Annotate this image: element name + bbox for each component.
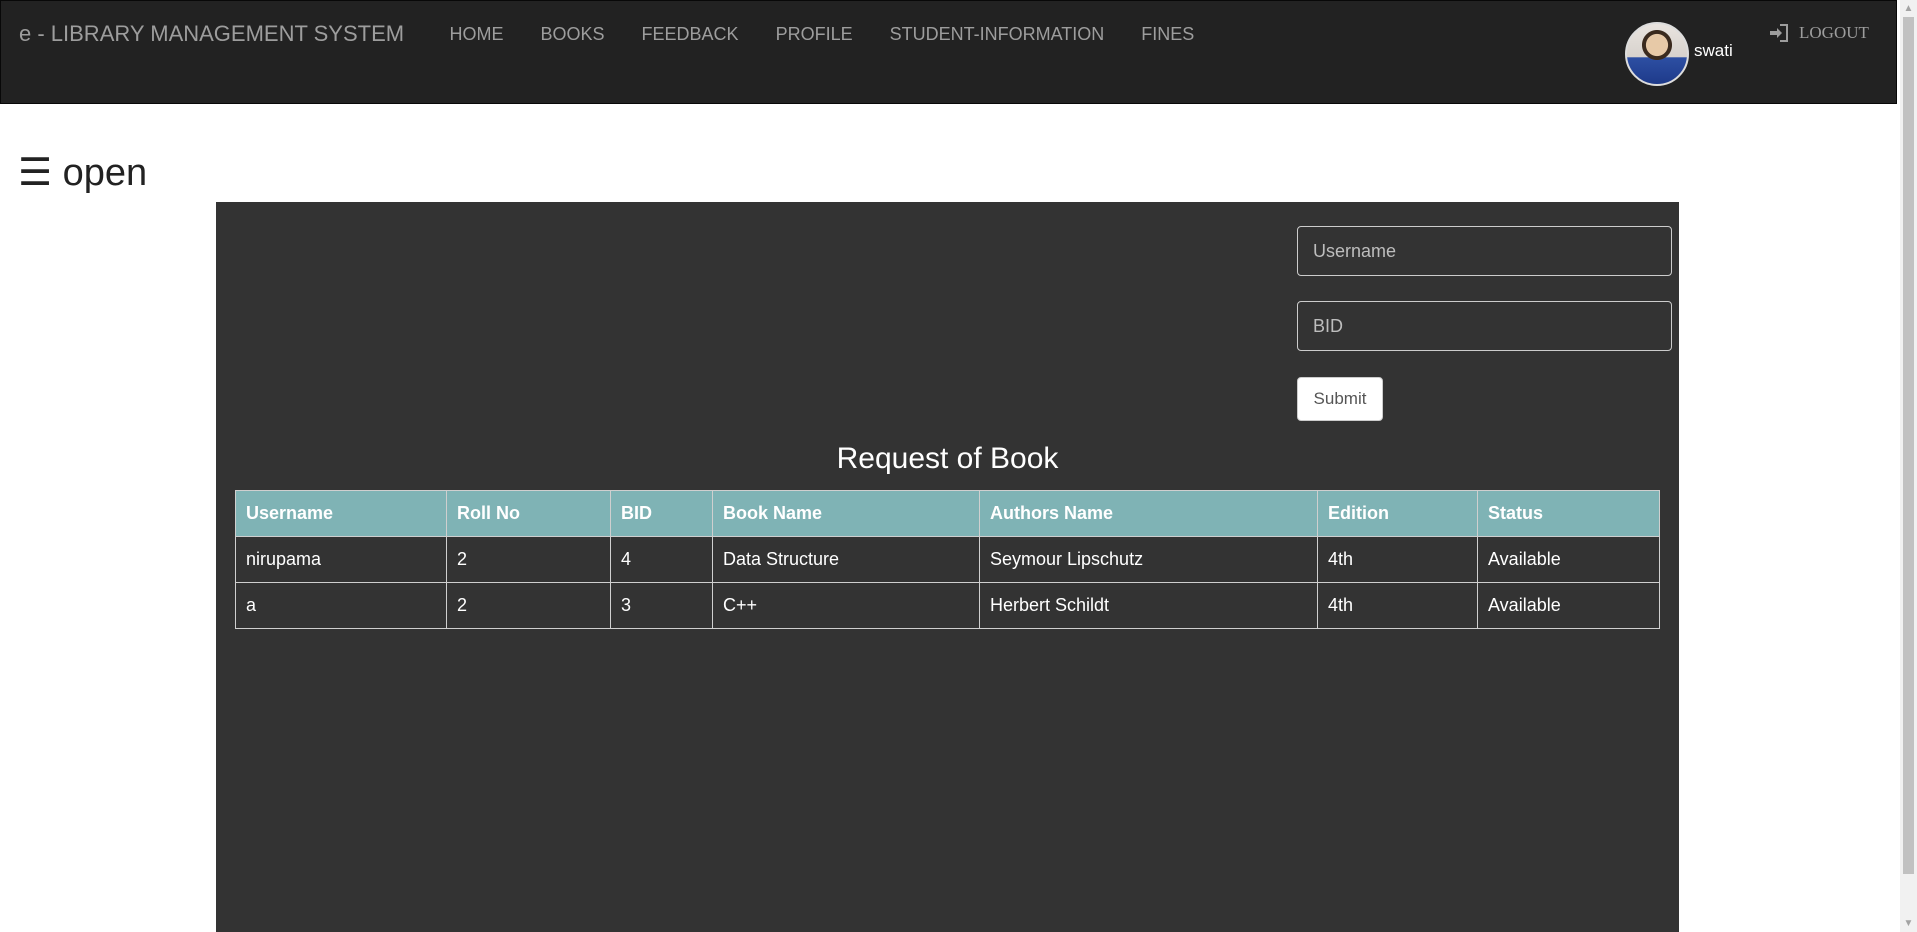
cell-edition: 4th [1317, 536, 1478, 583]
main-panel: Submit Request of Book Username Roll No … [216, 202, 1679, 932]
cell-bid: 4 [610, 536, 713, 583]
scroll-down-arrow-icon[interactable]: ▼ [1900, 915, 1917, 932]
cell-status: Available [1477, 536, 1660, 583]
nav-profile[interactable]: PROFILE [757, 24, 871, 45]
nav-fines[interactable]: FINES [1123, 24, 1213, 45]
vertical-scrollbar[interactable]: ▲ ▼ [1900, 0, 1917, 932]
scrollbar-thumb[interactable] [1903, 17, 1914, 874]
user-name[interactable]: swati [1694, 41, 1733, 61]
nav-feedback[interactable]: FEEDBACK [623, 24, 757, 45]
sidebar-open-toggle[interactable]: ☰ open [18, 150, 147, 195]
cell-book-name: Data Structure [712, 536, 980, 583]
request-table: Username Roll No BID Book Name Authors N… [235, 490, 1660, 629]
logout-label: LOGOUT [1799, 23, 1869, 42]
cell-status: Available [1477, 582, 1660, 629]
col-status: Status [1477, 490, 1660, 537]
bid-input[interactable] [1297, 301, 1672, 351]
table-row: nirupama 2 4 Data Structure Seymour Lips… [235, 536, 1660, 583]
cell-roll-no: 2 [446, 536, 611, 583]
col-bid: BID [610, 490, 713, 537]
table-row: a 2 3 C++ Herbert Schildt 4th Available [235, 582, 1660, 629]
col-edition: Edition [1317, 490, 1478, 537]
col-username: Username [235, 490, 447, 537]
table-title: Request of Book [836, 442, 1059, 475]
submit-button[interactable]: Submit [1297, 377, 1383, 421]
scroll-up-arrow-icon[interactable]: ▲ [1900, 0, 1917, 17]
cell-authors-name: Seymour Lipschutz [979, 536, 1318, 583]
avatar[interactable] [1625, 22, 1689, 86]
logout-button[interactable]: LOGOUT [1769, 23, 1869, 43]
page: e - LIBRARY MANAGEMENT SYSTEM HOME BOOKS… [0, 0, 1897, 932]
brand-title[interactable]: e - LIBRARY MANAGEMENT SYSTEM [19, 21, 404, 47]
col-book-name: Book Name [712, 490, 980, 537]
cell-username: a [235, 582, 447, 629]
nav-links: HOME BOOKS FEEDBACK PROFILE STUDENT-INFO… [431, 24, 1213, 45]
cell-bid: 3 [610, 582, 713, 629]
cell-authors-name: Herbert Schildt [979, 582, 1318, 629]
navbar: e - LIBRARY MANAGEMENT SYSTEM HOME BOOKS… [0, 0, 1897, 104]
col-authors-name: Authors Name [979, 490, 1318, 537]
col-roll-no: Roll No [446, 490, 611, 537]
login-icon [1770, 24, 1788, 42]
nav-home[interactable]: HOME [431, 24, 522, 45]
username-input[interactable] [1297, 226, 1672, 276]
nav-books[interactable]: BOOKS [522, 24, 623, 45]
table-header-row: Username Roll No BID Book Name Authors N… [235, 490, 1660, 537]
cell-username: nirupama [235, 536, 447, 583]
cell-book-name: C++ [712, 582, 980, 629]
cell-edition: 4th [1317, 582, 1478, 629]
cell-roll-no: 2 [446, 582, 611, 629]
nav-student-information[interactable]: STUDENT-INFORMATION [871, 24, 1123, 45]
